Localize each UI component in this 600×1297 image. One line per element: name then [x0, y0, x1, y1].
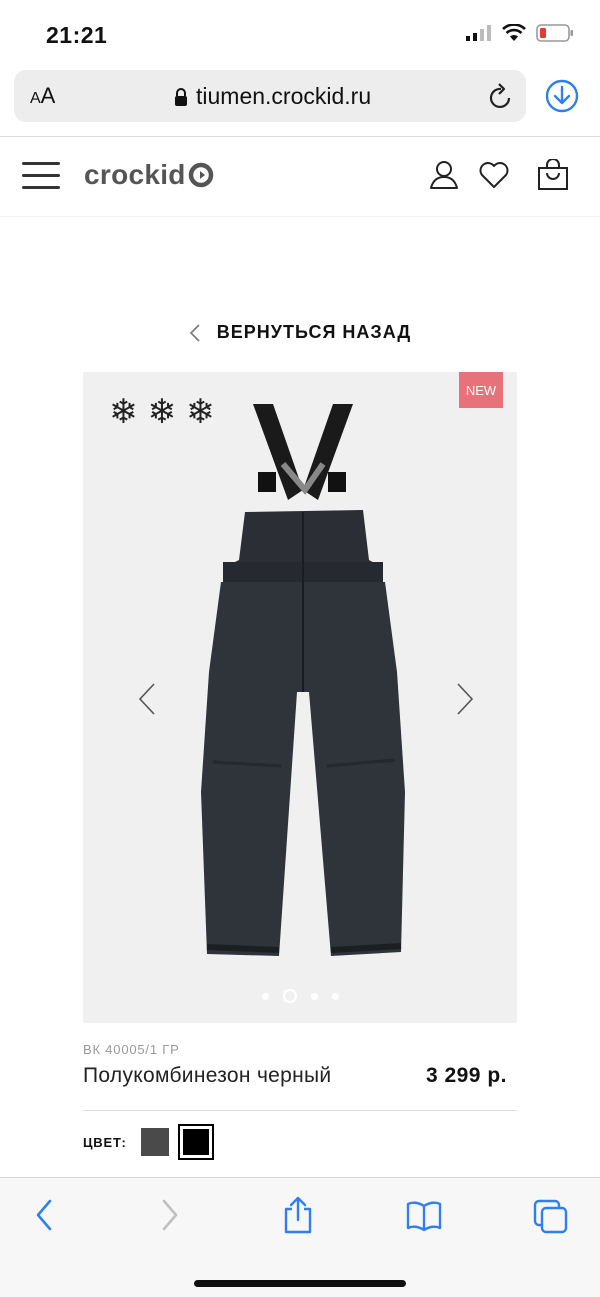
header-actions	[428, 159, 570, 191]
status-bar: 21:21	[0, 0, 600, 64]
signal-icon	[466, 25, 491, 41]
product-price: 3 299 р.	[425, 1064, 507, 1087]
lock-icon	[175, 87, 187, 106]
info-divider	[83, 1110, 517, 1111]
wifi-icon	[502, 24, 526, 41]
color-selector: ЦВЕТ:	[83, 1124, 214, 1160]
heart-icon[interactable]	[478, 160, 510, 190]
share-icon[interactable]	[282, 1196, 314, 1234]
carousel-dot-active[interactable]	[282, 989, 297, 1003]
logo-mark-icon	[188, 162, 213, 188]
back-nav-icon[interactable]	[34, 1198, 54, 1232]
menu-icon[interactable]	[22, 162, 60, 190]
tabs-icon[interactable]	[532, 1198, 570, 1236]
color-swatch-gray[interactable]	[140, 1128, 169, 1156]
battery-icon	[536, 24, 573, 42]
carousel-next-arrow-icon[interactable]	[455, 682, 475, 716]
browser-toolbar	[0, 1177, 600, 1297]
forward-nav-icon[interactable]	[160, 1198, 180, 1232]
carousel-dot[interactable]	[261, 992, 269, 1000]
status-time: 21:21	[46, 22, 108, 48]
back-link-label: ВЕРНУТЬСЯ НАЗАД	[216, 322, 412, 342]
carousel-dots	[83, 989, 517, 1003]
reader-text-size-button[interactable]: AA	[30, 83, 55, 109]
cart-bag-icon[interactable]	[536, 159, 570, 191]
site-header: crockid	[0, 137, 600, 217]
site-logo[interactable]: crockid	[84, 159, 214, 191]
product-name: Полукомбинезон черный	[83, 1064, 332, 1087]
carousel-dot[interactable]	[310, 992, 318, 1000]
user-icon[interactable]	[428, 159, 460, 191]
download-icon[interactable]	[544, 78, 580, 114]
status-icons	[466, 24, 574, 42]
bookmarks-icon[interactable]	[406, 1200, 442, 1232]
url-field[interactable]: tiumen.crockid.ru	[174, 83, 371, 110]
chevron-left-icon	[189, 323, 200, 342]
carousel-dot[interactable]	[331, 992, 339, 1000]
url-text: tiumen.crockid.ru	[196, 83, 372, 109]
home-indicator	[194, 1280, 406, 1287]
product-image-carousel[interactable]: ❄ ❄ ❄ NEW	[83, 372, 517, 1023]
reload-icon[interactable]	[488, 82, 514, 110]
color-label: ЦВЕТ:	[83, 1134, 127, 1150]
address-bar[interactable]: AA tiumen.crockid.ru	[14, 70, 526, 122]
product-sku: ВК 40005/1 ГР	[83, 1042, 180, 1057]
carousel-prev-arrow-icon[interactable]	[137, 682, 157, 716]
color-swatch-black-selected[interactable]	[177, 1124, 214, 1160]
back-link[interactable]: ВЕРНУТЬСЯ НАЗАД	[0, 322, 600, 343]
